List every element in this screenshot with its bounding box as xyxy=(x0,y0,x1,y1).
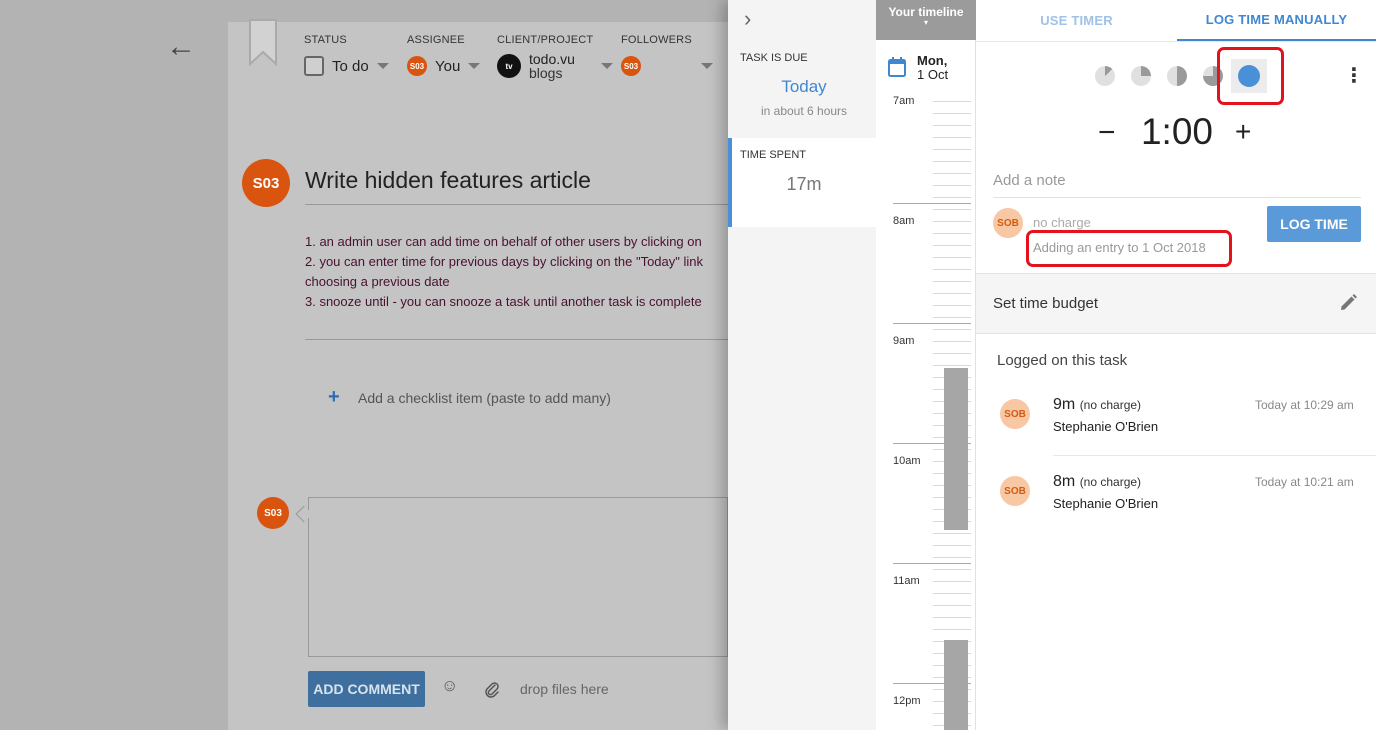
entry-duration[interactable]: 9m (no charge) xyxy=(1053,396,1141,414)
note-input[interactable]: Add a note xyxy=(993,172,1066,189)
decrease-time-button[interactable]: − xyxy=(1098,116,1116,150)
timeline-entry-block[interactable] xyxy=(944,640,968,730)
entry-avatar: SOB xyxy=(1000,399,1030,429)
assignee-select[interactable]: S03 You xyxy=(407,56,481,76)
bookmark-icon[interactable] xyxy=(248,18,278,66)
client-logo: tv xyxy=(497,54,521,78)
status-value: To do xyxy=(332,57,369,75)
chevron-down-icon xyxy=(376,63,389,69)
paperclip-icon[interactable] xyxy=(484,680,500,698)
logged-heading: Logged on this task xyxy=(997,352,1128,369)
timeline-day: Mon, xyxy=(917,53,948,68)
comment-textarea[interactable] xyxy=(308,497,728,657)
chevron-down-icon xyxy=(701,63,713,69)
entry-time: Today at 10:21 am xyxy=(1255,475,1354,489)
status-select[interactable]: To do xyxy=(304,56,389,76)
log-time-button[interactable]: LOG TIME xyxy=(1267,206,1361,242)
tab-divider xyxy=(976,41,1376,42)
entry-charge: (no charge) xyxy=(1079,398,1142,412)
emoji-icon[interactable]: ☺ xyxy=(441,676,458,696)
hour-line xyxy=(893,323,971,324)
entry-duration[interactable]: 8m (no charge) xyxy=(1053,473,1141,491)
client-select[interactable]: tv todo.vu blogs xyxy=(497,52,613,80)
preset-quarter-hour-icon[interactable] xyxy=(1131,66,1151,86)
project-name: blogs xyxy=(529,65,563,81)
preset-half-hour-icon[interactable] xyxy=(1167,66,1187,86)
title-underline xyxy=(305,204,728,205)
status-label: STATUS xyxy=(304,34,347,46)
entry-duration-value: 9m xyxy=(1053,396,1076,413)
due-label: TASK IS DUE xyxy=(740,52,808,64)
entry-user: Stephanie O'Brien xyxy=(1053,419,1159,434)
checklist-input[interactable]: Add a checklist item (paste to add many) xyxy=(358,390,611,406)
timeline-title: Your timeline xyxy=(888,5,964,19)
description-line[interactable]: 3. snooze until - you can snooze a task … xyxy=(305,294,728,309)
entry-user: Stephanie O'Brien xyxy=(1053,496,1159,511)
divider xyxy=(1053,455,1376,456)
followers-label: FOLLOWERS xyxy=(621,34,692,46)
entry-charge: (no charge) xyxy=(1079,475,1142,489)
highlight-box xyxy=(1026,230,1232,267)
hour-label: 12pm xyxy=(893,695,921,707)
hour-label: 10am xyxy=(893,455,921,467)
pencil-icon[interactable] xyxy=(1338,293,1358,313)
time-spent-label: TIME SPENT xyxy=(740,149,807,161)
hour-label: 11am xyxy=(893,575,920,587)
hour-line xyxy=(893,203,971,204)
status-checkbox[interactable] xyxy=(304,56,324,76)
chevron-right-icon[interactable]: › xyxy=(744,6,751,32)
chevron-down-icon xyxy=(468,63,481,69)
task-avatar: S03 xyxy=(242,159,290,207)
entry-duration-value: 8m xyxy=(1053,473,1076,490)
increase-time-button[interactable]: + xyxy=(1235,116,1251,148)
description-line[interactable]: choosing a previous date xyxy=(305,274,728,289)
hour-label: 9am xyxy=(893,335,915,347)
more-vert-icon[interactable]: ⋮ xyxy=(1344,62,1364,90)
caret-down-icon: ▾ xyxy=(923,18,928,27)
timeline-header[interactable]: Your timeline ▾ xyxy=(876,0,976,40)
follower-avatar: S03 xyxy=(621,56,641,76)
time-spent-value: 17m xyxy=(786,174,822,194)
tab-log-time-manually[interactable]: LOG TIME MANUALLY xyxy=(1177,0,1376,41)
plus-icon[interactable]: + xyxy=(328,386,340,409)
followers-select[interactable]: S03 xyxy=(621,56,713,76)
task-title[interactable]: Write hidden features article xyxy=(305,167,591,194)
entry-time: Today at 10:29 am xyxy=(1255,398,1354,412)
back-arrow-icon[interactable]: ← xyxy=(164,30,198,64)
timeline-date: 1 Oct xyxy=(917,67,949,82)
hour-line xyxy=(893,563,971,564)
preset-eighth-hour-icon[interactable] xyxy=(1095,66,1115,86)
description-line[interactable]: 1. an admin user can add time on behalf … xyxy=(305,234,728,249)
client-name: todo.vu xyxy=(529,51,575,67)
client-label: CLIENT/PROJECT xyxy=(497,34,594,46)
assignee-avatar: S03 xyxy=(407,56,427,76)
chevron-down-icon xyxy=(601,63,613,69)
due-date-link[interactable]: Today xyxy=(728,77,880,97)
drop-files-label[interactable]: drop files here xyxy=(520,681,609,697)
add-comment-button[interactable]: ADD COMMENT xyxy=(308,671,425,707)
highlight-box xyxy=(1217,47,1284,105)
entry-avatar: SOB xyxy=(1000,476,1030,506)
time-value[interactable]: 1:00 xyxy=(1125,111,1229,153)
assignee-label: ASSIGNEE xyxy=(407,34,465,46)
charge-toggle[interactable]: no charge xyxy=(1033,215,1091,230)
description-line[interactable]: 2. you can enter time for previous days … xyxy=(305,254,728,269)
timeline-entry-block[interactable] xyxy=(944,368,968,530)
user-avatar[interactable]: SOB xyxy=(993,208,1023,238)
comment-avatar: S03 xyxy=(257,497,289,529)
divider xyxy=(305,339,728,340)
assignee-value: You xyxy=(435,57,461,75)
tab-use-timer[interactable]: USE TIMER xyxy=(976,0,1177,41)
hour-label: 8am xyxy=(893,215,915,227)
time-budget-label: Set time budget xyxy=(993,295,1099,312)
due-relative: in about 6 hours xyxy=(760,104,848,118)
calendar-icon[interactable] xyxy=(888,57,906,77)
note-underline xyxy=(993,197,1361,198)
hour-label: 7am xyxy=(893,95,915,107)
